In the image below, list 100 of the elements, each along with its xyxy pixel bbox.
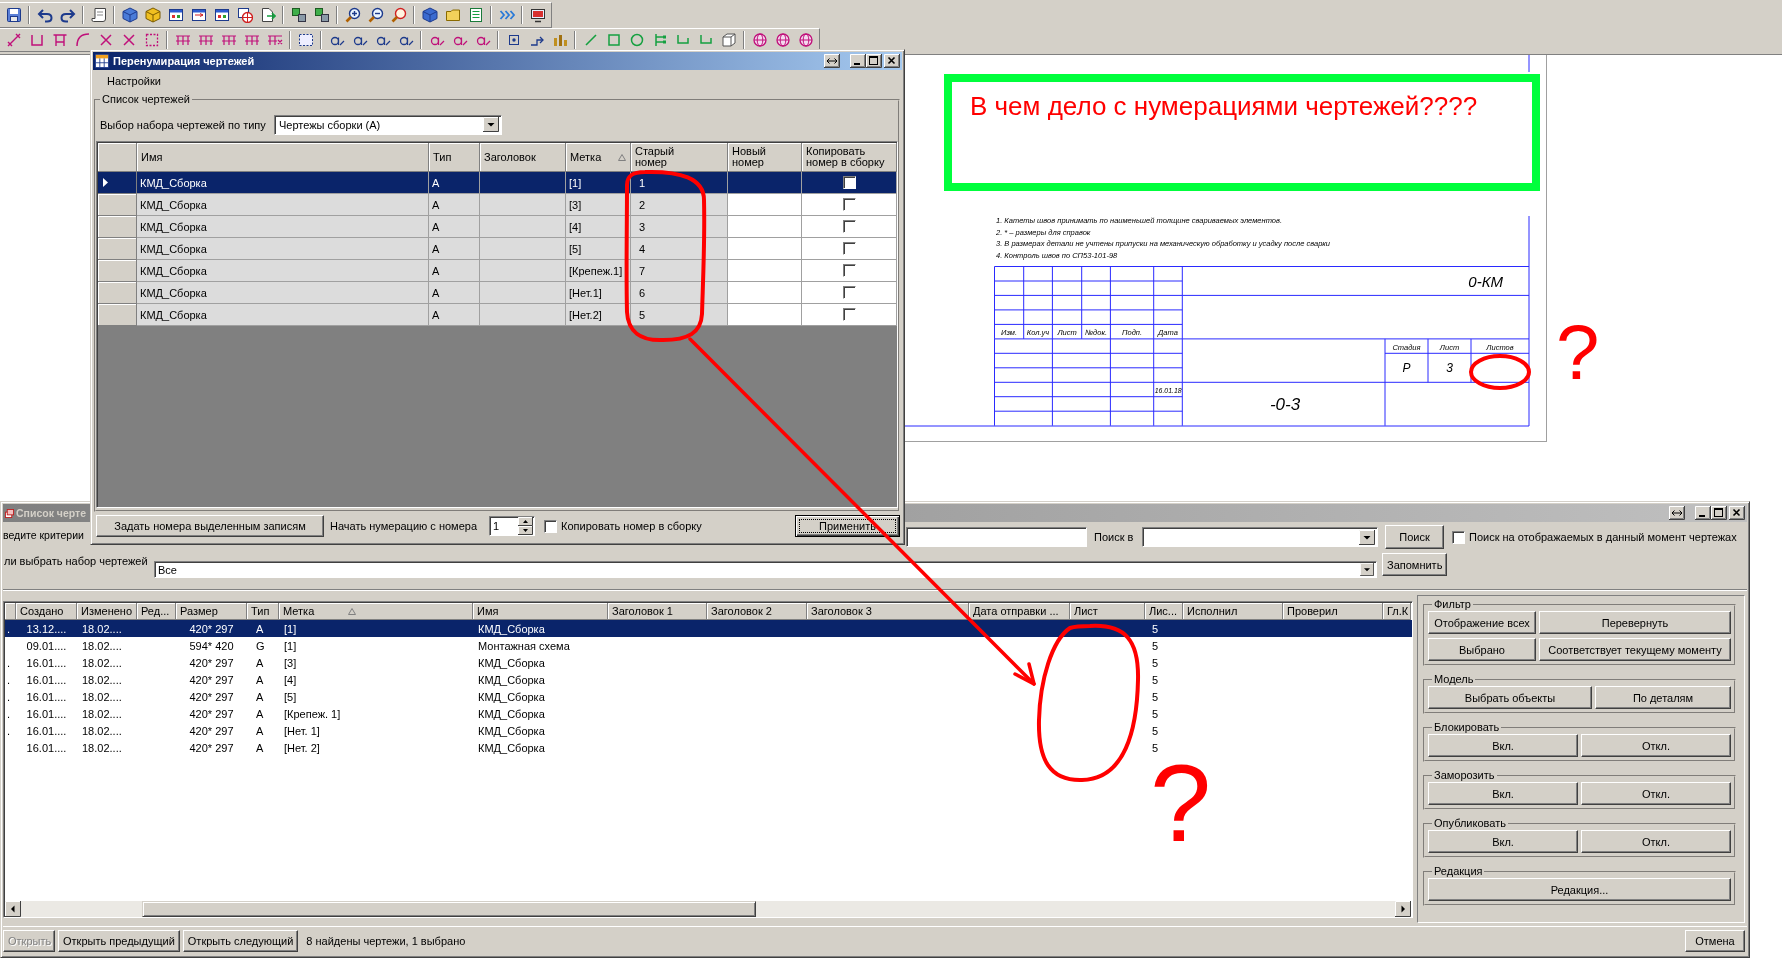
- grid-lines-icon[interactable]: [266, 32, 283, 48]
- column-header[interactable]: Исполнил: [1183, 603, 1283, 620]
- set-dropdown[interactable]: Все: [154, 561, 1377, 578]
- column-header[interactable]: Тип: [429, 143, 480, 172]
- monitor-icon[interactable]: [529, 7, 546, 23]
- table-row[interactable]: КМД_Сборка A [4] 3: [98, 216, 897, 238]
- column-header[interactable]: Лист: [1070, 603, 1145, 620]
- table-row[interactable]: . 16.01.... 18.02.... 420* 297 A [Нет. 1] КМД_Сборка 5: [5, 722, 1412, 739]
- column-header[interactable]: Заголовок 1: [608, 603, 707, 620]
- close-icon[interactable]: [884, 54, 900, 68]
- folder-icon[interactable]: [444, 7, 461, 23]
- scroll-left-icon[interactable]: [5, 901, 21, 917]
- column-header[interactable]: [5, 603, 16, 620]
- input-cell[interactable]: [728, 260, 802, 282]
- input-cell[interactable]: [728, 238, 802, 260]
- cube-icon[interactable]: [144, 7, 161, 23]
- table-row[interactable]: . 16.01.... 18.02.... 420* 297 A [Крепеж. 1] КМД_Сборка 5: [5, 705, 1412, 722]
- diagonal-line-icon[interactable]: [5, 32, 22, 48]
- maximize-icon[interactable]: [1711, 506, 1727, 520]
- double-arrow-icon[interactable]: [824, 54, 840, 68]
- column-header[interactable]: Заголовок 3: [807, 603, 969, 620]
- panel-button[interactable]: По деталям: [1595, 686, 1731, 709]
- table-row[interactable]: . 16.01.... 18.02.... 420* 297 A [5] КМД_Сборка 5: [5, 688, 1412, 705]
- checkbox[interactable]: [1452, 530, 1465, 544]
- sphere-icon[interactable]: [751, 32, 768, 48]
- sphere-icon[interactable]: [774, 32, 791, 48]
- table-row[interactable]: КМД_Сборка A [3] 2: [98, 194, 897, 216]
- table-row[interactable]: 16.01.... 18.02.... 420* 297 A [Нет. 2] КМД_Сборка 5: [5, 739, 1412, 756]
- zoom-out-icon[interactable]: [367, 7, 384, 23]
- column-header[interactable]: Изменено: [77, 603, 137, 620]
- input-cell[interactable]: [728, 172, 802, 194]
- cross-icon[interactable]: [120, 32, 137, 48]
- globe-icon[interactable]: [236, 7, 253, 23]
- apply-button[interactable]: Применить: [795, 515, 900, 537]
- column-header[interactable]: Тип: [247, 603, 279, 620]
- text-field[interactable]: [906, 527, 1087, 547]
- input-cell[interactable]: [728, 282, 802, 304]
- column-header[interactable]: Метка: [279, 603, 473, 620]
- scroll-icon[interactable]: [90, 7, 107, 23]
- grid-lines-icon[interactable]: [197, 32, 214, 48]
- column-header[interactable]: Копировать номер в сборку: [802, 143, 897, 172]
- window-icon[interactable]: [190, 7, 207, 23]
- dashed-square-icon[interactable]: [297, 32, 314, 48]
- column-header[interactable]: Дата отправки ...: [969, 603, 1070, 620]
- panel-button[interactable]: Вкл.: [1428, 734, 1578, 757]
- minimize-icon[interactable]: [850, 54, 866, 68]
- cube-icon[interactable]: [421, 7, 438, 23]
- column-header[interactable]: Заголовок 2: [707, 603, 807, 620]
- bracket-icon[interactable]: [28, 32, 45, 48]
- cubes-icon[interactable]: [313, 7, 330, 23]
- dropdown-arrow-icon[interactable]: [1359, 563, 1375, 576]
- panel-button[interactable]: Редакция...: [1428, 878, 1731, 901]
- column-header[interactable]: Размер: [176, 603, 247, 620]
- maximize-icon[interactable]: [866, 54, 882, 68]
- column-header[interactable]: Заголовок: [480, 143, 566, 172]
- cross-icon[interactable]: [97, 32, 114, 48]
- window-icon[interactable]: [213, 7, 230, 23]
- window-icon[interactable]: [167, 7, 184, 23]
- input-cell[interactable]: [728, 216, 802, 238]
- remember-button[interactable]: Запомнить: [1382, 553, 1447, 576]
- footer-button[interactable]: Открыть следующий: [182, 930, 299, 952]
- table-row[interactable]: КМД_Сборка A [Нет.1] 6: [98, 282, 897, 304]
- type-dropdown[interactable]: Чертежы сборки (A): [274, 114, 502, 135]
- close-icon[interactable]: [1729, 506, 1745, 520]
- row-header[interactable]: [98, 172, 137, 194]
- footer-button[interactable]: Открыть предыдущий: [58, 930, 180, 952]
- dropdown-arrow-icon[interactable]: [1359, 529, 1375, 545]
- table-row[interactable]: 09.01.... 18.02.... 594* 420 G [1] Монтажная схема 5: [5, 637, 1412, 654]
- input-cell[interactable]: [728, 194, 802, 216]
- input-cell[interactable]: [728, 304, 802, 326]
- panel-button[interactable]: Выбрать объекты: [1428, 686, 1592, 709]
- column-header[interactable]: Новый номер: [728, 143, 802, 172]
- table-row[interactable]: КМД_Сборка A [Крепеж.1] 7: [98, 260, 897, 282]
- checkbox[interactable]: [842, 176, 856, 189]
- box-icon[interactable]: [720, 32, 737, 48]
- panel-button[interactable]: Откл.: [1581, 734, 1731, 757]
- assign-button[interactable]: Задать номера выделенным записям: [96, 515, 324, 537]
- zoom-icon[interactable]: [390, 7, 407, 23]
- table-row[interactable]: . 16.01.... 18.02.... 420* 297 A [3] КМД_Сборка 5: [5, 654, 1412, 671]
- column-header[interactable]: Ред...: [137, 603, 176, 620]
- panel-button[interactable]: Откл.: [1581, 830, 1731, 853]
- column-header[interactable]: Имя: [137, 143, 429, 172]
- undo-icon[interactable]: [36, 7, 53, 23]
- zoom-in-icon[interactable]: [344, 7, 361, 23]
- column-header[interactable]: Старый номер: [631, 143, 728, 172]
- panel-button[interactable]: Откл.: [1581, 782, 1731, 805]
- cubes-icon[interactable]: [290, 7, 307, 23]
- cancel-button[interactable]: Отмена: [1685, 930, 1745, 952]
- column-header[interactable]: Лис...: [1145, 603, 1183, 620]
- table-row[interactable]: . 16.01.... 18.02.... 420* 297 A [4] КМД_Сборка 5: [5, 671, 1412, 688]
- column-header[interactable]: Имя: [473, 603, 608, 620]
- minimize-icon[interactable]: [1695, 506, 1711, 520]
- dropdown-arrow-icon[interactable]: [483, 117, 499, 132]
- panel-button[interactable]: Выбрано: [1428, 638, 1536, 661]
- panel-button[interactable]: Соответствует текущему моменту: [1539, 638, 1731, 661]
- double-arrow-icon[interactable]: [1669, 506, 1685, 520]
- redo-icon[interactable]: [59, 7, 76, 23]
- search-button[interactable]: Поиск: [1385, 525, 1444, 549]
- document-arrow-icon[interactable]: [259, 7, 276, 23]
- grid-lines-icon[interactable]: [243, 32, 260, 48]
